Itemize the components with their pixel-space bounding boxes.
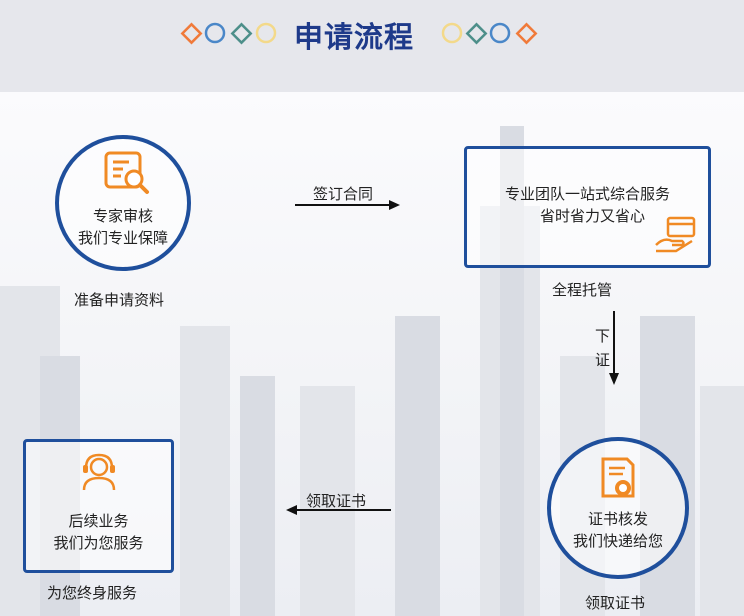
step-cert-caption: 领取证书 xyxy=(585,594,646,612)
step-review-caption: 准备申请资料 xyxy=(74,291,165,309)
step-followup-line2: 我们为您服务 xyxy=(53,534,144,552)
step-team-caption: 全程托管 xyxy=(552,281,613,299)
step-cert-line2: 我们快递给您 xyxy=(572,532,663,550)
step-followup-caption: 为您终身服务 xyxy=(47,584,138,602)
decoration-left-icon xyxy=(180,22,277,45)
step-review-line1: 专家审核 xyxy=(92,207,153,225)
page-title: 申请流程 xyxy=(294,20,415,54)
step-team-line1: 专业团队一站式综合服务 xyxy=(504,185,670,203)
step-cert-line1: 证书核发 xyxy=(587,510,648,528)
step-review-line2: 我们专业保障 xyxy=(77,229,168,247)
document-search-icon xyxy=(104,151,149,194)
decoration-right-icon xyxy=(441,22,538,45)
arrow-right-icon xyxy=(295,200,400,210)
hand-card-icon xyxy=(655,216,696,253)
certificate-icon xyxy=(601,457,635,498)
arrow-down-icon xyxy=(609,311,619,385)
headset-support-icon xyxy=(82,453,116,491)
step-followup-line1: 后续业务 xyxy=(68,512,129,530)
arrow-left-icon xyxy=(286,505,391,515)
header-banner: 申请流程 xyxy=(0,0,744,92)
